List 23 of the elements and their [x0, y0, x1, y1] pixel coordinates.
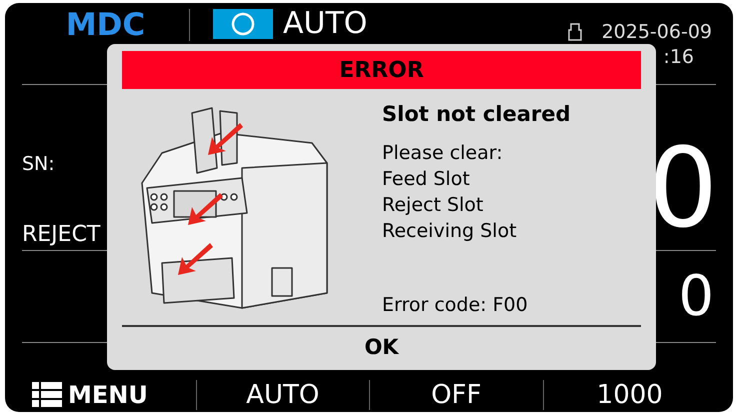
error-title: ERROR	[122, 51, 641, 89]
instruction-text: Reject Slot	[382, 194, 484, 217]
mode-label: AUTO	[283, 9, 368, 39]
instruction-text: Please clear:	[382, 142, 504, 165]
instruction-text: Receiving Slot	[382, 220, 518, 243]
count-value: 0	[648, 133, 718, 250]
error-code: Error code: F00	[382, 296, 529, 315]
flag-icon	[213, 9, 273, 39]
list-icon	[32, 382, 62, 408]
logo: MDC	[66, 10, 146, 40]
reject-label: REJECT	[22, 224, 100, 246]
setting-value: AUTO	[246, 382, 320, 408]
menu-button[interactable]: MENU	[32, 382, 148, 408]
date-text: 2025-06-09	[602, 23, 712, 42]
reject-count-value: 0	[678, 268, 714, 324]
time-text: :16	[663, 48, 694, 67]
error-heading: Slot not cleared	[382, 104, 571, 125]
sn-label: SN:	[22, 155, 56, 174]
setting-value: 1000	[596, 382, 663, 408]
ok-button[interactable]: OK	[122, 325, 641, 369]
setting-value: OFF	[431, 382, 482, 408]
usb-icon	[568, 23, 582, 41]
instruction-text: Feed Slot	[382, 168, 471, 191]
